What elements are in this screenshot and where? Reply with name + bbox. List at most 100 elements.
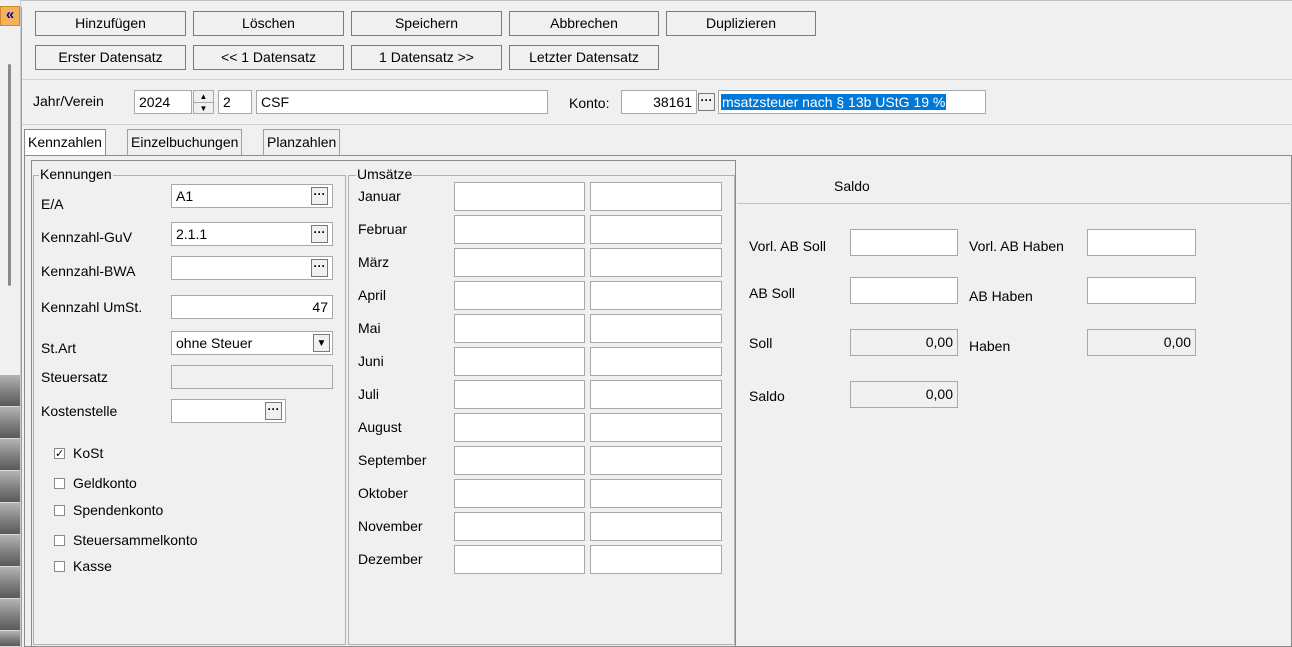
month-haben-input[interactable] bbox=[590, 347, 722, 376]
month-haben-input[interactable] bbox=[590, 545, 722, 574]
year-spinner[interactable]: ▲ ▼ bbox=[193, 90, 214, 114]
month-haben-input[interactable] bbox=[590, 512, 722, 541]
vorl-ab-soll-input[interactable] bbox=[850, 229, 958, 256]
steuersatz-label: Steuersatz bbox=[41, 369, 108, 385]
save-button[interactable]: Speichern bbox=[351, 11, 502, 36]
month-soll-input[interactable] bbox=[454, 413, 585, 442]
cancel-button[interactable]: Abbrechen bbox=[509, 11, 659, 36]
bwa-lookup-button[interactable]: ··· bbox=[311, 259, 328, 277]
toolbar-separator bbox=[22, 79, 1292, 80]
rail-segment bbox=[0, 599, 20, 631]
steuersammelkonto-checkbox[interactable] bbox=[54, 535, 65, 546]
month-haben-input[interactable] bbox=[590, 413, 722, 442]
month-soll-input[interactable] bbox=[454, 182, 585, 211]
add-button[interactable]: Hinzufügen bbox=[35, 11, 186, 36]
month-soll-input[interactable] bbox=[454, 248, 585, 277]
geldkonto-checkbox[interactable] bbox=[54, 478, 65, 489]
month-soll-input[interactable] bbox=[454, 446, 585, 475]
tab-planzahlen[interactable]: Planzahlen bbox=[263, 129, 341, 155]
month-soll-input[interactable] bbox=[454, 545, 585, 574]
bwa-label: Kennzahl-BWA bbox=[41, 263, 136, 279]
collapse-sidebar-button[interactable]: « bbox=[0, 6, 20, 26]
kost-label: KoSt bbox=[73, 445, 104, 461]
month-soll-input[interactable] bbox=[454, 347, 585, 376]
steuersammelkonto-label: Steuersammelkonto bbox=[73, 532, 198, 548]
guv-input[interactable]: 2.1.1 bbox=[171, 222, 333, 246]
guv-lookup-button[interactable]: ··· bbox=[311, 225, 328, 243]
konto-label: Konto: bbox=[569, 95, 610, 111]
month-haben-input[interactable] bbox=[590, 182, 722, 211]
saldo-header bbox=[737, 161, 1292, 204]
month-soll-input[interactable] bbox=[454, 215, 585, 244]
month-haben-input[interactable] bbox=[590, 446, 722, 475]
month-label: August bbox=[358, 419, 402, 435]
vorl-ab-haben-input[interactable] bbox=[1087, 229, 1196, 256]
ea-input[interactable]: A1 bbox=[171, 184, 333, 208]
month-haben-input[interactable] bbox=[590, 248, 722, 277]
konto-number-input[interactable]: 38161 bbox=[621, 90, 697, 114]
stapart-select[interactable]: ohne Steuer bbox=[171, 331, 333, 355]
previous-record-button[interactable]: << 1 Datensatz bbox=[193, 45, 344, 70]
selected-text: msatzsteuer nach § 13b UStG 19 % bbox=[721, 94, 947, 110]
month-label: Juli bbox=[358, 386, 380, 402]
umst-label: Kennzahl UmSt. bbox=[41, 299, 143, 315]
month-soll-input[interactable] bbox=[454, 479, 585, 508]
soll-value: 0,00 bbox=[850, 329, 958, 356]
month-soll-input[interactable] bbox=[454, 512, 585, 541]
tab-einzelbuchungen[interactable]: Einzelbuchungen bbox=[127, 129, 243, 155]
verein-number-input[interactable]: 2 bbox=[218, 90, 252, 114]
rail-segment bbox=[0, 471, 20, 503]
top-border bbox=[21, 0, 1292, 7]
ab-haben-label: AB Haben bbox=[969, 288, 1033, 304]
kostenstelle-lookup-button[interactable]: ··· bbox=[265, 402, 282, 420]
first-record-button[interactable]: Erster Datensatz bbox=[35, 45, 186, 70]
verein-name-input[interactable]: CSF bbox=[256, 90, 548, 114]
spendenkonto-checkbox[interactable] bbox=[54, 505, 65, 516]
ab-soll-label: AB Soll bbox=[749, 285, 795, 301]
ab-haben-input[interactable] bbox=[1087, 277, 1196, 304]
spinner-up-icon[interactable]: ▲ bbox=[194, 91, 213, 103]
delete-button[interactable]: Löschen bbox=[193, 11, 344, 36]
spinner-down-icon[interactable]: ▼ bbox=[194, 103, 213, 114]
rail-segment bbox=[0, 631, 20, 647]
ea-label: E/A bbox=[41, 196, 64, 212]
haben-label: Haben bbox=[969, 338, 1011, 354]
rail-segment bbox=[0, 535, 20, 567]
konto-lookup-button[interactable]: ··· bbox=[698, 93, 715, 111]
chevron-down-icon[interactable]: ▼ bbox=[313, 334, 330, 352]
month-label: Dezember bbox=[358, 551, 423, 567]
konto-description-input[interactable]: msatzsteuer nach § 13b UStG 19 % bbox=[718, 90, 986, 114]
bwa-input[interactable] bbox=[171, 256, 333, 280]
next-record-button[interactable]: 1 Datensatz >> bbox=[351, 45, 502, 70]
steuersatz-input[interactable] bbox=[171, 365, 333, 389]
duplicate-button[interactable]: Duplizieren bbox=[666, 11, 816, 36]
month-label: Januar bbox=[358, 188, 401, 204]
month-soll-input[interactable] bbox=[454, 314, 585, 343]
umst-input[interactable]: 47 bbox=[171, 295, 333, 319]
ab-soll-input[interactable] bbox=[850, 277, 958, 304]
rail-segment bbox=[0, 375, 20, 407]
vorl-ab-soll-label: Vorl. AB Soll bbox=[749, 238, 827, 254]
last-record-button[interactable]: Letzter Datensatz bbox=[509, 45, 659, 70]
ea-lookup-button[interactable]: ··· bbox=[311, 187, 328, 205]
month-label: November bbox=[358, 518, 423, 534]
rail-segment bbox=[0, 503, 20, 535]
month-haben-input[interactable] bbox=[590, 215, 722, 244]
guv-label: Kennzahl-GuV bbox=[41, 229, 133, 245]
kost-checkbox[interactable]: ✓ bbox=[54, 448, 65, 460]
month-label: April bbox=[358, 287, 387, 303]
saldo-title: Saldo bbox=[834, 178, 870, 194]
month-haben-input[interactable] bbox=[590, 314, 722, 343]
vorl-ab-haben-label: Vorl. AB Haben bbox=[969, 238, 1064, 254]
kasse-checkbox[interactable] bbox=[54, 561, 65, 572]
header-separator bbox=[22, 124, 1292, 125]
month-soll-input[interactable] bbox=[454, 281, 585, 310]
soll-label: Soll bbox=[749, 335, 773, 351]
month-haben-input[interactable] bbox=[590, 281, 722, 310]
geldkonto-label: Geldkonto bbox=[73, 475, 137, 491]
month-soll-input[interactable] bbox=[454, 380, 585, 409]
month-haben-input[interactable] bbox=[590, 380, 722, 409]
year-input[interactable]: 2024 bbox=[134, 90, 192, 114]
month-haben-input[interactable] bbox=[590, 479, 722, 508]
tab-kennzahlen[interactable]: Kennzahlen bbox=[24, 129, 106, 156]
